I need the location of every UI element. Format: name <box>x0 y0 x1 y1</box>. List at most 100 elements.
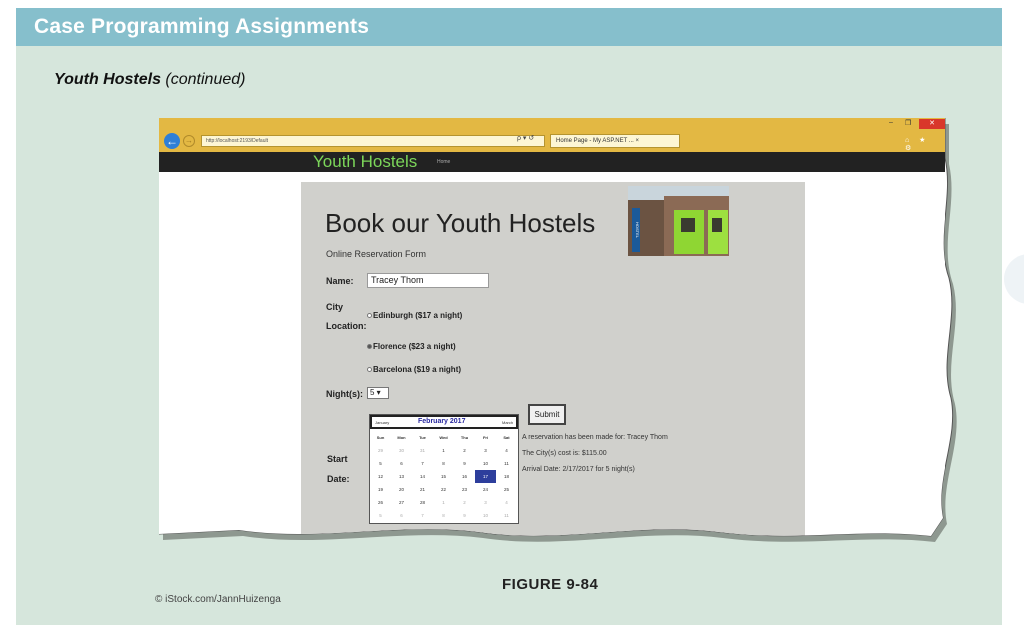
calendar-day[interactable]: 2 <box>454 496 475 509</box>
form-heading: Book our Youth Hostels <box>325 208 596 238</box>
calendar-header: January February 2017 March <box>370 415 518 429</box>
calendar-day[interactable]: 8 <box>433 457 454 470</box>
radio-edinburgh[interactable]: Edinburgh ($17 a night) <box>367 311 462 320</box>
calendar-day[interactable]: 31 <box>412 444 433 457</box>
calendar-day[interactable]: 13 <box>391 470 412 483</box>
maximize-icon[interactable]: ❐ <box>905 119 911 127</box>
calendar-day[interactable]: 20 <box>391 483 412 496</box>
calendar-day[interactable]: 6 <box>391 457 412 470</box>
subtitle-italic: (continued) <box>165 71 246 88</box>
calendar-day[interactable]: 19 <box>370 483 391 496</box>
calendar-week-row: 5 6 7 8 9 10 11 <box>370 509 518 522</box>
radio-barcelona[interactable]: Barcelona ($19 a night) <box>367 365 461 374</box>
start-label-line1: Start <box>327 454 348 464</box>
close-icon[interactable]: ✕ <box>919 119 945 129</box>
calendar-day[interactable]: 12 <box>370 470 391 483</box>
calendar-weekday: Tue <box>419 435 426 440</box>
city-label-line1: City <box>326 302 344 312</box>
calendar-day[interactable]: 24 <box>475 483 496 496</box>
submit-button[interactable]: Submit <box>528 404 566 425</box>
forward-arrow-icon[interactable]: → <box>183 135 195 147</box>
calendar-weekday: Thu <box>460 435 469 440</box>
name-input[interactable]: Tracey Thom <box>367 273 489 288</box>
city-label-line2: Location: <box>326 321 367 331</box>
calendar-week-row: 5 6 7 8 9 10 11 <box>370 457 518 470</box>
figure-label: FIGURE 9-84 <box>502 576 599 593</box>
radio-florence[interactable]: Florence ($23 a night) <box>367 342 456 351</box>
section-banner: Case Programming Assignments <box>16 8 1002 46</box>
nights-select[interactable]: 5 ▾ <box>367 387 389 399</box>
calendar-day[interactable]: 11 <box>496 457 517 470</box>
calendar-day[interactable]: 1 <box>433 444 454 457</box>
calendar-day[interactable]: 7 <box>412 509 433 522</box>
calendar-day[interactable]: 6 <box>391 509 412 522</box>
calendar-day[interactable]: 25 <box>496 483 517 496</box>
nav-home-link[interactable]: Home <box>437 159 450 165</box>
calendar-weekday-row: Sun Mon Tue Wed Thu Fri Sat <box>370 431 518 444</box>
calendar-day[interactable]: 8 <box>433 509 454 522</box>
calendar-day[interactable]: 3 <box>475 496 496 509</box>
calendar-weekday: Sat <box>503 435 510 440</box>
calendar-day[interactable]: 23 <box>454 483 475 496</box>
calendar-week-row: 19 20 21 22 23 24 25 <box>370 483 518 496</box>
calendar-day[interactable]: 15 <box>433 470 454 483</box>
calendar-day[interactable]: 26 <box>370 496 391 509</box>
calendar-week-row: 12 13 14 15 16 17 18 <box>370 470 518 483</box>
calendar-day[interactable]: 5 <box>370 457 391 470</box>
browser-tab[interactable]: Home Page - My ASP.NET ... × <box>550 134 680 148</box>
browser-screenshot: ← → http://localhost:2193/Default ρ ▾ ↺ … <box>159 118 959 550</box>
form-subheading: Online Reservation Form <box>326 249 427 259</box>
site-navbar: Youth Hostels Home <box>159 152 945 172</box>
calendar-day[interactable]: 10 <box>475 457 496 470</box>
calendar-next-link[interactable]: March <box>502 420 513 425</box>
calendar-day[interactable]: 16 <box>454 470 475 483</box>
window-controls: – ❐ ✕ <box>881 119 945 129</box>
browser-toolbar: ← → http://localhost:2193/Default ρ ▾ ↺ … <box>159 118 945 152</box>
calendar-day[interactable]: 7 <box>412 457 433 470</box>
nights-label: Night(s): <box>326 389 363 399</box>
site-title[interactable]: Youth Hostels <box>313 152 417 172</box>
calendar-day[interactable]: 22 <box>433 483 454 496</box>
calendar-day[interactable]: 27 <box>391 496 412 509</box>
back-arrow-icon[interactable]: ← <box>164 133 180 149</box>
calendar-day[interactable]: 9 <box>454 509 475 522</box>
radio-dot-icon <box>367 367 372 372</box>
calendar-day[interactable]: 9 <box>454 457 475 470</box>
calendar-day[interactable]: 29 <box>370 444 391 457</box>
calendar-weekday: Sun <box>376 435 385 440</box>
calendar-day[interactable]: 28 <box>412 496 433 509</box>
calendar-day[interactable]: 17 <box>475 470 496 483</box>
calendar-day[interactable]: 18 <box>496 470 517 483</box>
calendar-day[interactable]: 4 <box>496 444 517 457</box>
address-bar[interactable]: http://localhost:2193/Default <box>201 135 545 147</box>
calendar-day[interactable]: 30 <box>391 444 412 457</box>
calendar-day[interactable]: 14 <box>412 470 433 483</box>
hostel-sign: HOSTEL <box>632 208 640 252</box>
calendar-title: February 2017 <box>418 418 466 425</box>
calendar-day[interactable]: 2 <box>454 444 475 457</box>
radio-dot-selected-icon <box>367 344 372 349</box>
start-label-line2: Date: <box>327 474 350 484</box>
calendar-prev-link[interactable]: January <box>375 420 389 425</box>
page-content: HOSTEL Book our Youth Hostels Online Res… <box>159 172 945 550</box>
calendar-day[interactable]: 21 <box>412 483 433 496</box>
calendar-day[interactable]: 1 <box>433 496 454 509</box>
browser-tool-icons[interactable]: ⌂ ★ ⚙ <box>905 136 945 152</box>
calendar-day[interactable]: 3 <box>475 444 496 457</box>
calendar-weekday: Mon <box>397 435 406 440</box>
image-credit: © iStock.com/JannHuizenga <box>155 594 281 605</box>
result-line: The City(s) cost is: $115.00 <box>522 450 607 457</box>
calendar-day[interactable]: 5 <box>370 509 391 522</box>
page-edge-circle <box>1004 254 1024 304</box>
calendar-day[interactable]: 11 <box>496 509 517 522</box>
address-controls[interactable]: ρ ▾ ↺ <box>517 134 534 142</box>
minimize-icon[interactable]: – <box>889 119 893 126</box>
calendar-day[interactable]: 4 <box>496 496 517 509</box>
calendar-day[interactable]: 10 <box>475 509 496 522</box>
name-label: Name: <box>326 276 354 286</box>
date-calendar: January February 2017 March Sun Mon Tue Wed… <box>369 414 519 524</box>
reservation-form: HOSTEL Book our Youth Hostels Online Res… <box>301 182 805 550</box>
calendar-week-row: 29 30 31 1 2 3 4 <box>370 444 518 457</box>
radio-dot-icon <box>367 313 372 318</box>
calendar-week-row: 26 27 28 1 2 3 4 <box>370 496 518 509</box>
